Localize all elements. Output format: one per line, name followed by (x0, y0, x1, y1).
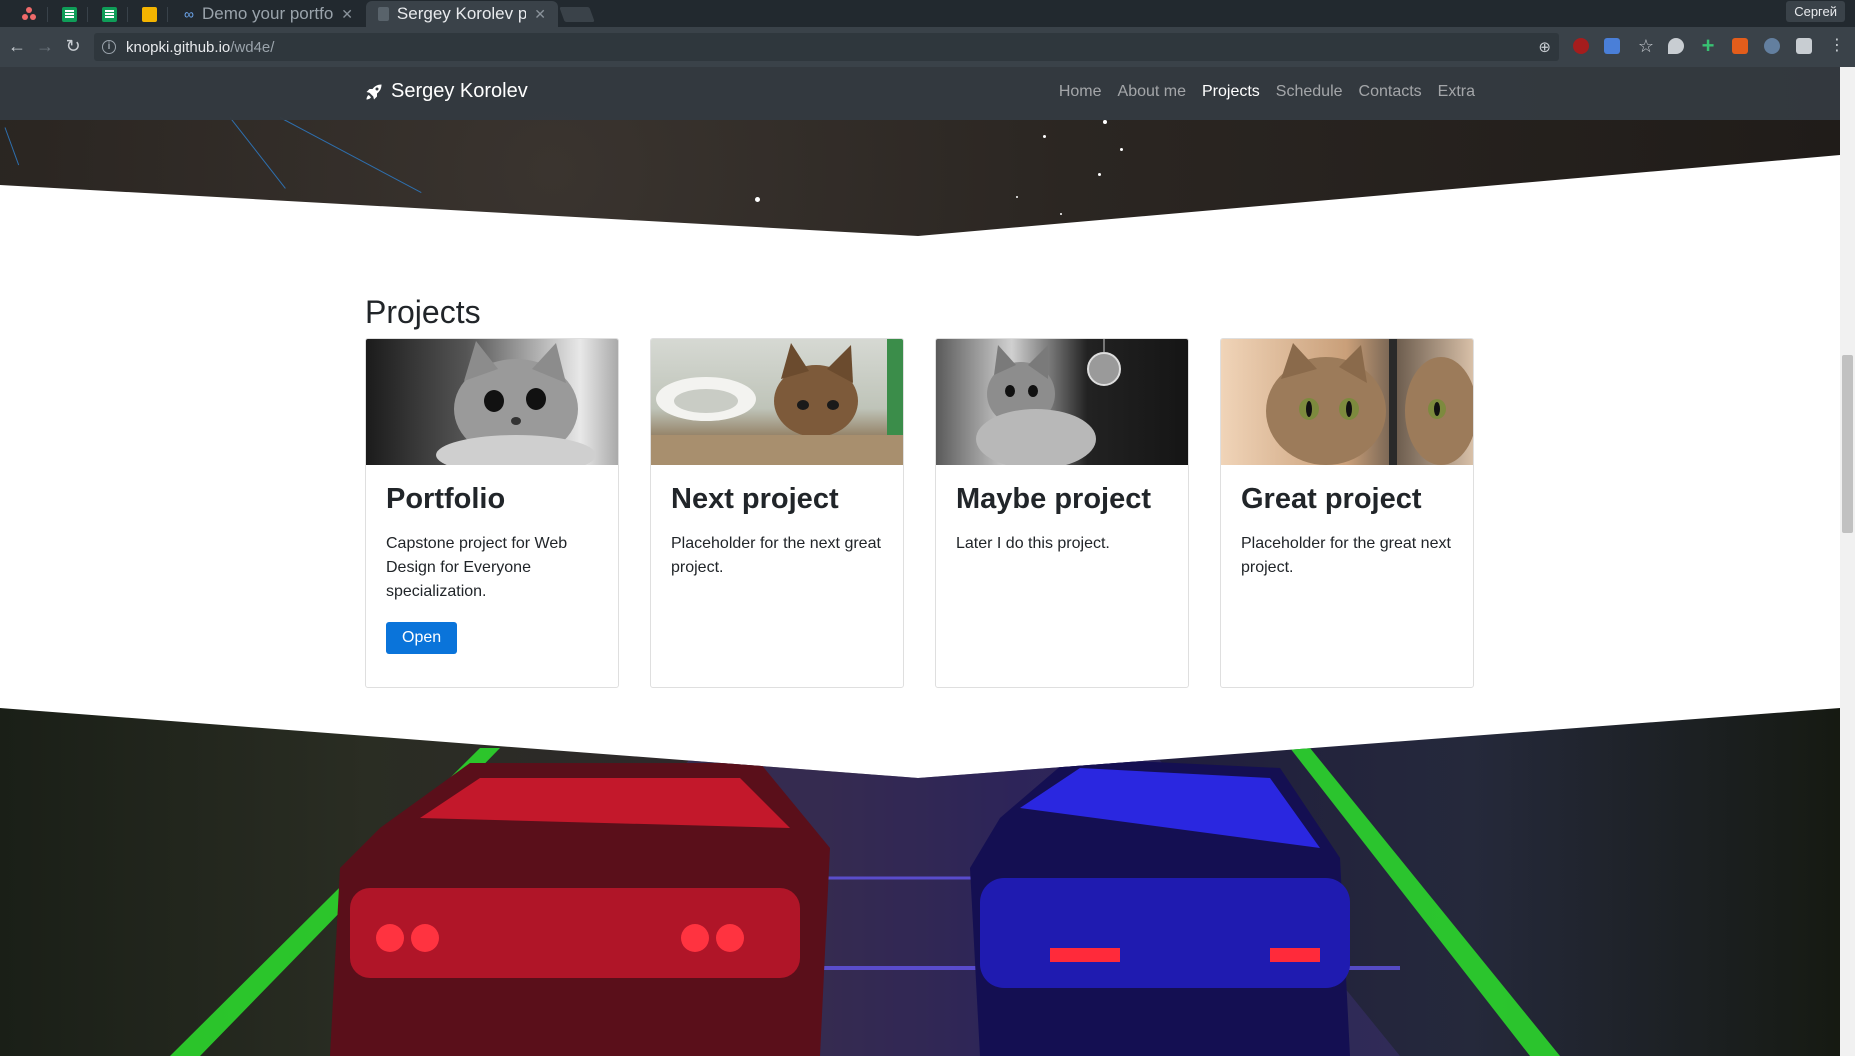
reload-icon[interactable]: ↻ (62, 35, 84, 57)
pinned-tab-sheets-2[interactable] (90, 1, 128, 27)
plus-extension-icon[interactable]: + (1697, 35, 1719, 57)
tab-sergey-korolev[interactable]: Sergey Korolev p ✕ (366, 1, 558, 27)
translate-icon[interactable] (1604, 38, 1620, 54)
open-button[interactable]: Open (386, 622, 458, 655)
rocket-icon (366, 84, 382, 99)
page-scrollbar[interactable] (1840, 67, 1855, 1056)
chat-icon[interactable] (1796, 38, 1812, 54)
card-text: Placeholder for the next great project. (671, 535, 881, 577)
address-bar[interactable]: i knopki.github.io/wd4e/ ⊕ (94, 33, 1559, 61)
project-card-great: Great project Placeholder for the great … (1220, 338, 1474, 688)
card-title: Next project (671, 483, 839, 515)
sheets-icon (61, 6, 77, 22)
url-path: /wd4e/ (230, 38, 275, 56)
scrollbar-thumb[interactable] (1842, 355, 1853, 533)
browser-toolbar: ← → ↻ i knopki.github.io/wd4e/ ⊕ ☆ + ⋮ (0, 27, 1855, 67)
extension-cloud-icon[interactable] (1764, 38, 1780, 54)
extension-orange-icon[interactable] (1732, 38, 1748, 54)
sheets-icon (101, 6, 117, 22)
site-navbar: Sergey Korolev Home About me Projects Sc… (0, 67, 1840, 120)
card-title: Portfolio (386, 483, 506, 515)
new-tab-button[interactable] (559, 7, 595, 22)
card-text: Capstone project for Web Design for Ever… (386, 535, 568, 601)
nav-contacts[interactable]: Contacts (1359, 83, 1422, 101)
project-card-maybe: Maybe project Later I do this project. (935, 338, 1189, 688)
project-cards: Portfolio Capstone project for Web Desig… (365, 338, 1474, 688)
project-card-portfolio: Portfolio Capstone project for Web Desig… (365, 338, 619, 688)
pinned-tab-asana[interactable] (10, 1, 48, 27)
page-viewport: Sergey Korolev Home About me Projects Sc… (0, 67, 1840, 1056)
hero-bottom-image (0, 708, 1840, 1056)
close-icon[interactable]: ✕ (534, 6, 546, 23)
kitten-image (651, 339, 903, 465)
asana-icon (21, 6, 37, 22)
brand-link[interactable]: Sergey Korolev (365, 80, 528, 103)
tab-title: Demo your portfo (201, 4, 334, 23)
url-host: knopki.github.io (126, 38, 231, 56)
nav-about-me[interactable]: About me (1118, 83, 1186, 101)
tab-demo-portfolio[interactable]: ∞ Demo your portfo ✕ (172, 1, 365, 27)
pinned-tab-sheets-1[interactable] (50, 1, 88, 27)
card-text: Later I do this project. (956, 535, 1110, 553)
menu-icon[interactable]: ⋮ (1826, 35, 1848, 57)
kitten-image (366, 339, 618, 465)
project-card-next: Next project Placeholder for the next gr… (650, 338, 904, 688)
nav-home[interactable]: Home (1059, 83, 1102, 101)
url-text: knopki.github.io/wd4e/ (126, 39, 274, 56)
profile-button[interactable]: Сергей (1786, 1, 1845, 22)
close-icon[interactable]: ✕ (341, 6, 353, 23)
ublock-icon[interactable] (1573, 38, 1589, 54)
location-icon[interactable] (1668, 38, 1684, 54)
card-text: Placeholder for the great next project. (1241, 535, 1451, 577)
pinned-tab-keep[interactable] (130, 1, 168, 27)
keep-icon (141, 6, 157, 22)
nav-projects[interactable]: Projects (1202, 83, 1260, 101)
projects-heading: Projects (365, 294, 481, 330)
kitten-image (1221, 339, 1473, 465)
browser-tabstrip: ∞ Demo your portfo ✕ Sergey Korolev p ✕ … (0, 0, 1855, 27)
info-icon[interactable]: i (102, 40, 116, 54)
link-icon: ∞ (184, 6, 194, 22)
nav-schedule[interactable]: Schedule (1276, 83, 1343, 101)
brand-name: Sergey Korolev (391, 80, 528, 102)
back-icon[interactable]: ← (6, 35, 28, 57)
star-icon[interactable]: ☆ (1635, 35, 1657, 57)
card-title: Great project (1241, 483, 1422, 515)
forward-icon[interactable]: → (34, 35, 56, 57)
zoom-icon[interactable]: ⊕ (1538, 38, 1551, 56)
nav-extra[interactable]: Extra (1438, 83, 1475, 101)
tab-title: Sergey Korolev p (396, 4, 527, 23)
kitten-image (936, 339, 1188, 465)
page-icon (378, 7, 389, 21)
nav-links: Home About me Projects Schedule Contacts… (1059, 83, 1475, 101)
card-title: Maybe project (956, 483, 1151, 515)
